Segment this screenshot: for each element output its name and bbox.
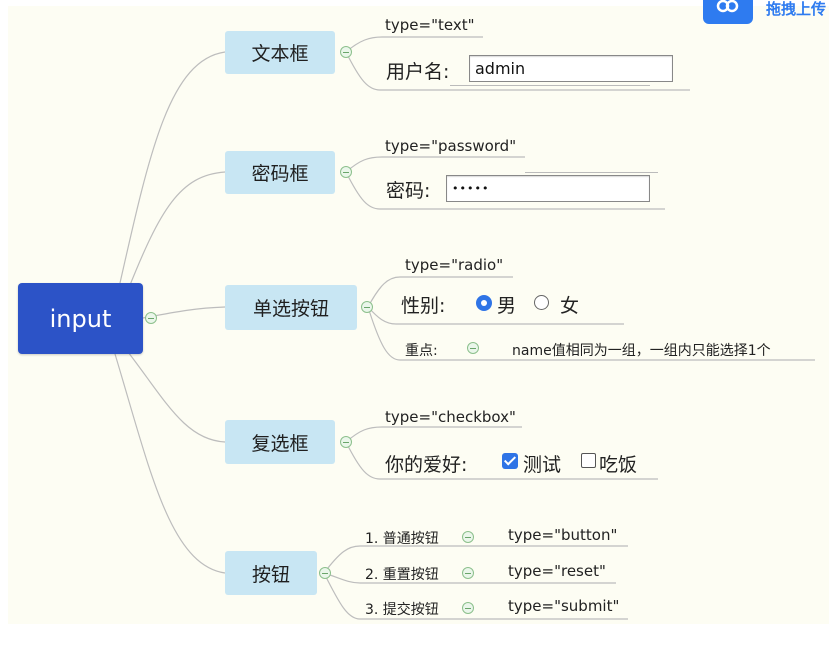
branch-radio[interactable]: 单选按钮 [225,285,357,330]
checkbox-field-label: 你的爱好: [385,454,468,476]
link-root-password [127,171,226,291]
button-item-1-collapse-icon[interactable] [462,531,474,543]
branch-checkbox-label: 复选框 [251,432,309,455]
branch-text[interactable]: 文本框 [225,31,335,74]
radio-female[interactable] [534,295,549,310]
upload-label: 拖拽上传 [766,0,827,18]
upload-icon [703,0,753,24]
checkbox-eat[interactable] [581,453,596,468]
button-item-3-collapse-icon[interactable] [462,602,474,614]
radio-type: type="radio" [405,256,504,274]
radio-field-label: 性别: [401,295,446,317]
branch-text-collapse-icon[interactable] [340,46,352,58]
link-icon [716,0,739,13]
radio-female-label: 女 [560,295,580,317]
branch-password[interactable]: 密码框 [225,151,335,194]
button-item-1-name: 1. 普通按钮 [365,531,439,547]
branch-password-label: 密码框 [251,163,309,185]
radio-note-text: name值相同为一组，一组内只能选择1个 [512,343,771,359]
root-node[interactable]: input [18,283,143,354]
radio-note-collapse-icon[interactable] [467,342,479,354]
branch-checkbox-collapse-icon[interactable] [340,436,352,448]
branch-button[interactable]: 按钮 [225,551,317,595]
upload-corner[interactable]: 拖拽上传 [703,0,829,26]
text-underline [450,85,650,86]
checkbox-type: type="checkbox" [385,408,516,426]
checkbox-test[interactable] [502,453,518,469]
text-field-label: 用户名: [386,61,450,83]
link-root-checkbox [127,351,226,443]
root-collapse-icon[interactable] [145,312,157,324]
radio-male-label: 男 [497,295,517,317]
password-overline [525,172,658,173]
branch-radio-collapse-icon[interactable] [361,301,373,313]
radio-note-label: 重点: [405,343,438,359]
button-item-1-type: type="button" [508,526,618,544]
radio-male[interactable] [476,295,492,311]
branch-text-label: 文本框 [251,43,309,65]
branch-radio-label: 单选按钮 [252,298,329,320]
text-type: type="text" [385,16,475,34]
password-field-label: 密码: [386,180,431,202]
button-item-3-type: type="submit" [508,597,620,615]
checkbox-eat-label: 吃饭 [599,454,638,476]
branch-button-collapse-icon[interactable] [319,567,331,579]
button-item-2-name: 2. 重置按钮 [365,567,439,583]
link-text-type [345,36,483,53]
password-input[interactable]: ••••• [446,175,650,202]
link-root-button [114,353,226,574]
button-item-3-name: 3. 提交按钮 [365,602,439,618]
branch-password-collapse-icon[interactable] [340,166,352,178]
button-item-2-collapse-icon[interactable] [462,567,474,579]
button-item-2-type: type="reset" [508,562,606,580]
username-input[interactable]: admin [469,55,673,82]
password-type: type="password" [385,137,517,155]
branch-checkbox[interactable]: 复选框 [225,420,335,464]
link-password-type [345,156,525,173]
link-checkbox-type [345,426,522,443]
mindmap-canvas: input 文本框 type="text" 用户名: admin 密码框 typ… [0,0,829,650]
checkbox-test-label: 测试 [523,454,562,476]
root-label: input [49,304,112,333]
link-root-text [119,51,226,284]
branch-button-label: 按钮 [251,563,290,586]
